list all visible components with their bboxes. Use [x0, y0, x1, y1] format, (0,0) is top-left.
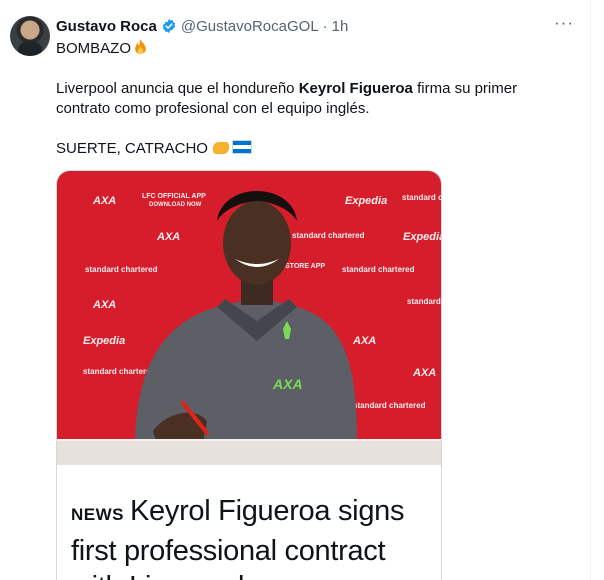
- fire-emoji: [135, 39, 146, 55]
- tweet-timestamp[interactable]: 1h: [332, 18, 349, 35]
- signing-desk: [57, 439, 441, 465]
- author-handle[interactable]: @GustavoRocaGOL: [181, 18, 319, 35]
- player-figure: AXA: [135, 191, 357, 445]
- tweet-text-line3: SUERTE, CATRACHO: [56, 139, 252, 159]
- signing-photo[interactable]: AXA LFC OFFICIAL APP DOWNLOAD NOW Expedi…: [57, 171, 441, 465]
- tweet-header: Gustavo Roca @GustavoRocaGOL · 1h: [56, 16, 348, 36]
- handshake-emoji: [212, 142, 229, 154]
- tweet-media-card[interactable]: AXA LFC OFFICIAL APP DOWNLOAD NOW Expedi…: [56, 170, 442, 580]
- tweet-text-line2: Liverpool anuncia que el hondureño Keyro…: [56, 79, 546, 119]
- shirt-sponsor-logo: AXA: [272, 376, 303, 392]
- tweet-line1-text: BOMBAZO: [56, 40, 132, 57]
- news-headline[interactable]: NEWS Keyrol Figueroa signs first professi…: [71, 493, 431, 580]
- news-tag: NEWS: [71, 505, 124, 524]
- meta-separator: ·: [322, 17, 328, 35]
- author-name[interactable]: Gustavo Roca: [56, 18, 157, 35]
- tweet-line2-before: Liverpool anuncia que el hondureño: [56, 80, 299, 97]
- more-options-button[interactable]: ···: [553, 14, 575, 36]
- honduras-flag-emoji: [231, 140, 252, 154]
- tweet-card[interactable]: Gustavo Roca @GustavoRocaGOL · 1h ··· BO…: [0, 0, 591, 580]
- tweet-line2-bold: Keyrol Figueroa: [298, 80, 413, 97]
- author-avatar[interactable]: [10, 16, 50, 56]
- tweet-line3-text: SUERTE, CATRACHO: [56, 140, 208, 157]
- tweet-text-line1: BOMBAZO: [56, 39, 148, 59]
- verified-badge-icon: [162, 19, 176, 33]
